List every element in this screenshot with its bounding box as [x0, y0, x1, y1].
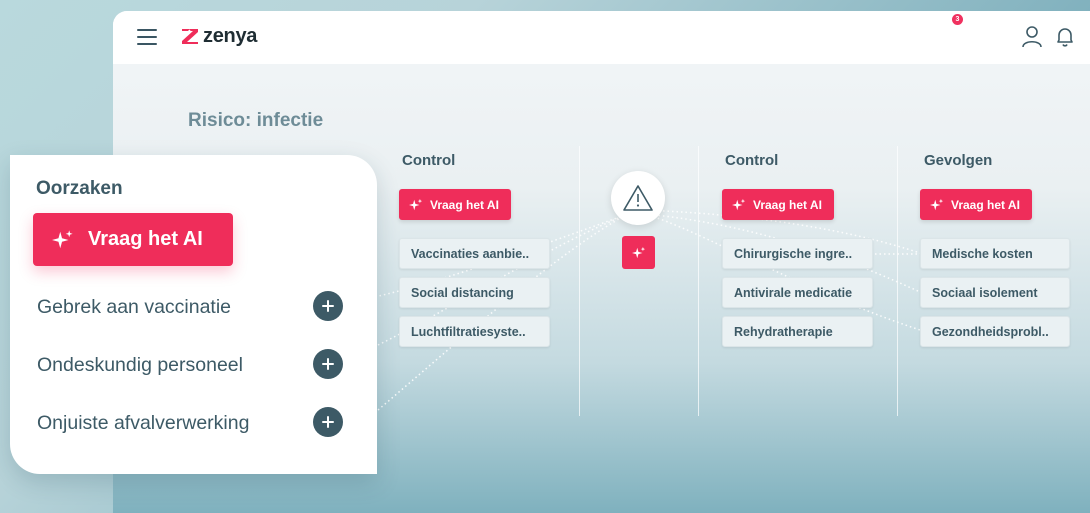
- control-item[interactable]: Social distancing: [399, 277, 550, 308]
- cause-item: Gebrek aan vaccinatie: [37, 296, 232, 318]
- zenya-logo-icon: [182, 29, 198, 44]
- ask-ai-label: Vraag het AI: [430, 197, 499, 212]
- logo: zenya: [181, 24, 257, 48]
- sparkle-icon: [631, 246, 645, 258]
- control-item[interactable]: Rehydratherapie: [722, 316, 873, 347]
- ask-ai-label: Vraag het AI: [88, 228, 203, 250]
- menu-icon[interactable]: [137, 28, 157, 45]
- bell-icon[interactable]: [1053, 25, 1077, 49]
- add-cause-button[interactable]: [313, 349, 343, 379]
- ask-ai-label: Vraag het AI: [753, 197, 822, 212]
- add-cause-button[interactable]: [313, 291, 343, 321]
- warning-triangle-icon: [623, 185, 653, 211]
- consequence-item[interactable]: Medische kosten: [920, 238, 1070, 269]
- column-divider: [698, 146, 699, 416]
- control-item[interactable]: Vaccinaties aanbie..: [399, 238, 550, 269]
- consequence-item[interactable]: Gezondheidsprobl..: [920, 316, 1070, 347]
- ask-ai-button-large[interactable]: Vraag het AI: [33, 213, 233, 266]
- top-bar: zenya: [113, 11, 1090, 64]
- logo-text: zenya: [203, 24, 258, 47]
- plus-icon: [322, 416, 334, 428]
- ask-ai-label: Vraag het AI: [951, 197, 1020, 212]
- add-cause-button[interactable]: [313, 407, 343, 437]
- ask-ai-icon-button[interactable]: [622, 236, 655, 269]
- cause-item: Ondeskundig personeel: [37, 354, 243, 376]
- control-item[interactable]: Luchtfiltratiesyste..: [399, 316, 550, 347]
- sparkle-icon: [52, 229, 73, 248]
- ask-ai-button[interactable]: Vraag het AI: [399, 189, 511, 220]
- sparkle-icon: [409, 198, 423, 210]
- user-icon[interactable]: [1021, 25, 1043, 49]
- risk-node[interactable]: [611, 171, 665, 225]
- risk-title: Risico: infectie: [188, 110, 324, 131]
- notification-badge: 3: [952, 14, 963, 25]
- plus-icon: [322, 358, 334, 370]
- column-header: Control: [402, 152, 456, 169]
- sparkle-icon: [930, 198, 944, 210]
- control-item[interactable]: Antivirale medicatie: [722, 277, 873, 308]
- sparkle-icon: [732, 198, 746, 210]
- column-header: Control: [725, 152, 779, 169]
- plus-icon: [322, 300, 334, 312]
- causes-title: Oorzaken: [36, 178, 123, 199]
- consequence-item[interactable]: Sociaal isolement: [920, 277, 1070, 308]
- causes-panel: Oorzaken Vraag het AI Gebrek aan vaccina…: [10, 155, 377, 474]
- cause-item: Onjuiste afvalverwerking: [37, 412, 250, 434]
- ask-ai-button[interactable]: Vraag het AI: [722, 189, 834, 220]
- column-divider: [897, 146, 898, 416]
- ask-ai-button[interactable]: Vraag het AI: [920, 189, 1032, 220]
- column-divider: [579, 146, 580, 416]
- column-header: Gevolgen: [924, 152, 993, 169]
- control-item[interactable]: Chirurgische ingre..: [722, 238, 873, 269]
